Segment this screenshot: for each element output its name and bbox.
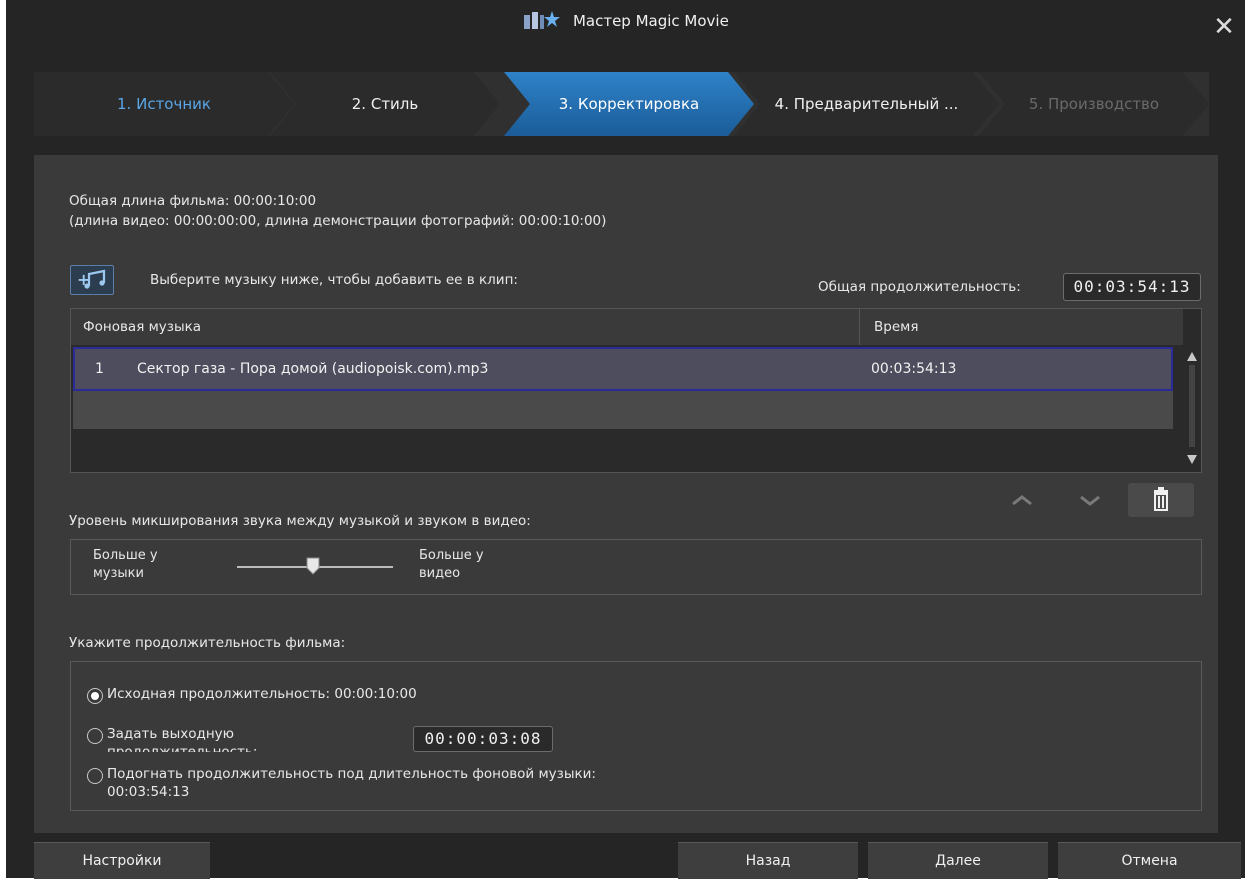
film-duration-label: Укажите продолжительность фильма: <box>69 635 346 651</box>
title-bar: Мастер Magic Movie ✕ <box>6 0 1245 50</box>
empty-row <box>73 391 1173 429</box>
content-panel: Общая длина фильма: 00:00:10:00 (длина в… <box>34 155 1218 833</box>
more-video-label-line2: видео <box>419 566 461 581</box>
total-duration-value: 00:03:54:13 <box>1063 273 1201 301</box>
mix-slider-box: Больше у музыки Больше у видео <box>70 539 1202 595</box>
length-details: (длина видео: 00:00:00:00, длина демонст… <box>69 213 607 229</box>
total-film-length: Общая длина фильма: 00:00:10:00 <box>69 193 317 209</box>
trash-icon <box>1154 487 1168 511</box>
row-index: 1 <box>95 361 104 377</box>
magic-movie-wizard-window: Мастер Magic Movie ✕ 1. Источник 2. Стил… <box>6 0 1245 879</box>
more-music-label-line2: музыки <box>93 566 144 581</box>
chevron-up-icon <box>1012 495 1032 506</box>
table-row[interactable]: 1 Сектор газа - Пора домой (audiopoisk.c… <box>73 347 1173 391</box>
column-time[interactable]: Время <box>860 309 1183 345</box>
step-source[interactable]: 1. Источник <box>34 72 294 136</box>
more-music-label-line1: Больше у <box>93 548 158 563</box>
fit-to-music-label-line2: 00:03:54:13 <box>107 784 190 800</box>
duration-options-box: Исходная продолжительность: 00:00:10:00 … <box>70 661 1202 811</box>
fit-to-music-label-line2-clip: 00:03:54:13 <box>107 784 407 806</box>
row-track-name: Сектор газа - Пора домой (audiopoisk.com… <box>137 361 489 377</box>
output-duration-input[interactable]: 00:00:03:08 <box>413 726 553 752</box>
next-button[interactable]: Далее <box>868 842 1048 879</box>
step-produce: 5. Производство <box>979 72 1209 136</box>
total-duration-label: Общая продолжительность: <box>818 279 1021 295</box>
row-track-time: 00:03:54:13 <box>871 361 957 377</box>
chevron-down-icon <box>1080 495 1100 506</box>
radio-fit-to-music[interactable] <box>87 768 103 784</box>
move-up-button[interactable] <box>992 483 1052 517</box>
original-duration-label: Исходная продолжительность: 00:00:10:00 <box>107 686 417 702</box>
move-down-button[interactable] <box>1060 483 1120 517</box>
add-music-icon: + <box>77 269 106 289</box>
step-adjust[interactable]: 3. Корректировка <box>504 72 754 136</box>
mix-level-label: Уровень микширования звука между музыкой… <box>69 513 531 529</box>
set-output-duration-label-line2: продолжительность: <box>107 744 258 752</box>
scrollbar-arrows-icon <box>1187 352 1197 464</box>
window-title: Мастер Magic Movie <box>6 10 1245 31</box>
window-title-text: Мастер Magic Movie <box>572 12 729 30</box>
close-icon[interactable]: ✕ <box>1209 12 1239 42</box>
radio-set-output-duration[interactable] <box>87 728 103 744</box>
cancel-button[interactable]: Отмена <box>1058 842 1241 879</box>
step-preview[interactable]: 4. Предварительный ... <box>734 72 999 136</box>
delete-music-button[interactable] <box>1128 483 1194 517</box>
wizard-steps: 1. Источник 2. Стиль 3. Корректировка 4.… <box>34 72 1209 136</box>
mix-slider-handle[interactable] <box>306 557 320 575</box>
music-table: Фоновая музыка Время 1 Сектор газа - Пор… <box>70 308 1202 473</box>
table-scrollbar[interactable] <box>1183 347 1201 470</box>
back-button[interactable]: Назад <box>678 842 858 879</box>
settings-button[interactable]: Настройки <box>34 842 210 879</box>
step-style[interactable]: 2. Стиль <box>270 72 500 136</box>
magic-movie-logo-icon <box>524 10 561 29</box>
add-music-button[interactable]: + <box>70 265 114 295</box>
column-background-music[interactable]: Фоновая музыка <box>71 309 859 345</box>
set-output-duration-label-line2-clip: продолжительность: <box>107 744 407 752</box>
set-output-duration-label-line1: Задать выходную <box>107 726 235 742</box>
music-prompt: Выберите музыку ниже, чтобы добавить ее … <box>150 272 518 288</box>
fit-to-music-label-line1: Подогнать продолжительность под длительн… <box>107 766 596 782</box>
more-video-label-line1: Больше у <box>419 548 484 563</box>
radio-original-duration[interactable] <box>87 688 103 704</box>
